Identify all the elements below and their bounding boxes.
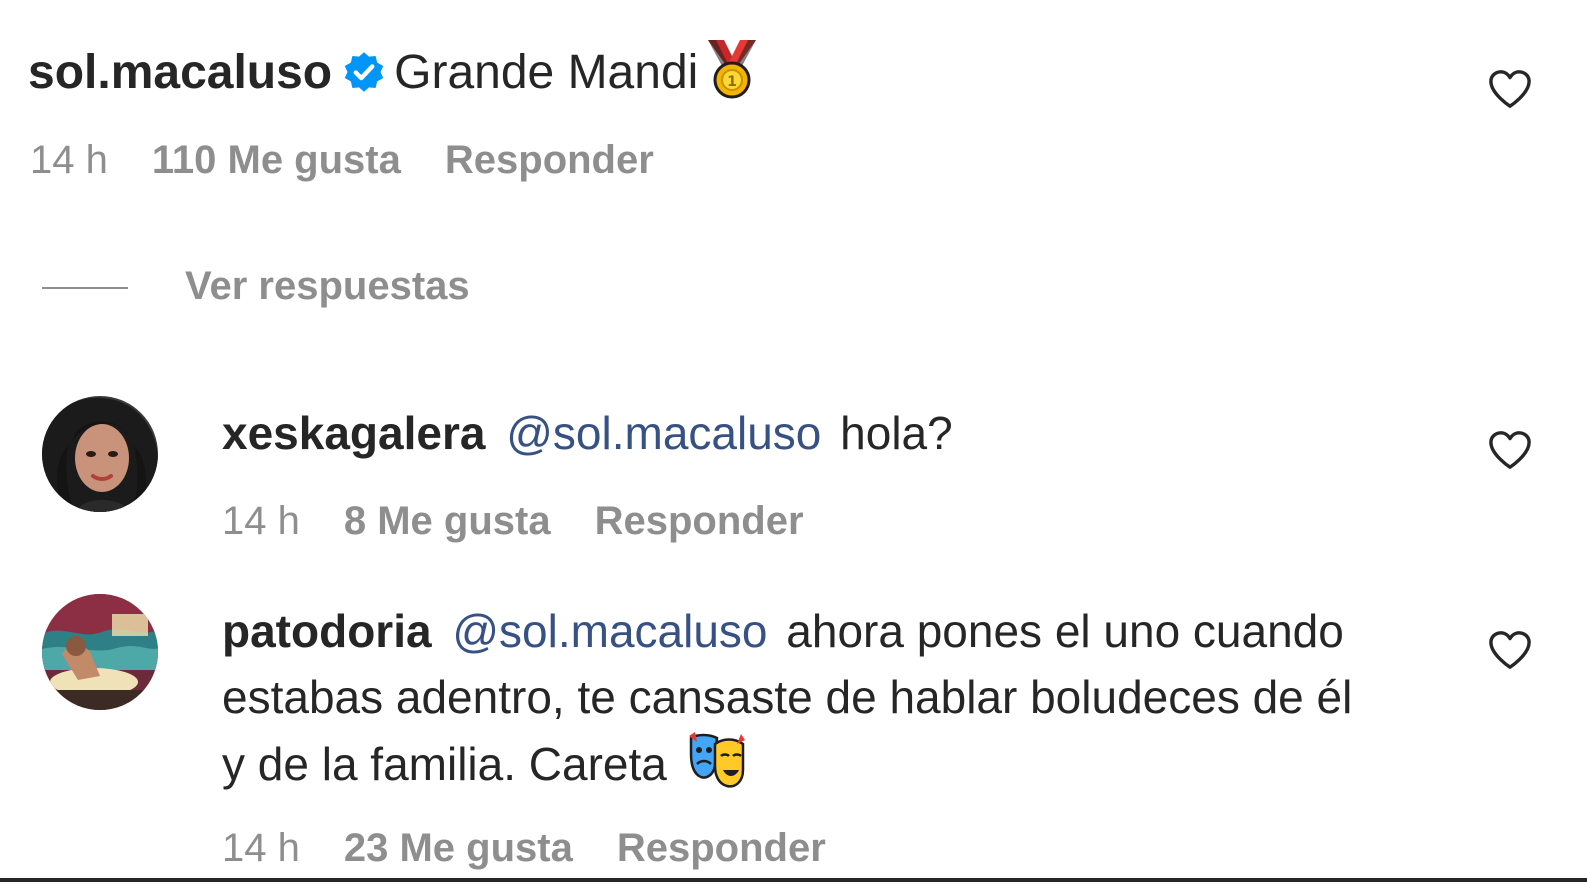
- like-heart-icon[interactable]: [1487, 629, 1533, 671]
- bottom-border: [0, 878, 1587, 882]
- avatar-image: [42, 396, 158, 512]
- comment-time: 14 h: [30, 138, 108, 182]
- like-heart-icon[interactable]: [1487, 429, 1533, 471]
- comment-likes[interactable]: 23 Me gusta: [344, 826, 573, 871]
- svg-text:1: 1: [727, 74, 737, 90]
- comment-time: 14 h: [222, 499, 300, 543]
- comment-username[interactable]: patodoria: [222, 605, 432, 657]
- performing-arts-emoji-icon: [688, 732, 745, 788]
- reply-button[interactable]: Responder: [617, 826, 826, 871]
- comment-text: Grande Mandi: [394, 46, 699, 99]
- comment-body: xeskagalera @sol.macaluso hola?: [222, 400, 953, 466]
- comment-text-line-2: estabas adentro, te cansaste de hablar b…: [222, 671, 1353, 723]
- like-heart-icon[interactable]: [1487, 68, 1533, 110]
- verified-badge-icon: [344, 52, 384, 92]
- comment-username[interactable]: sol.macaluso: [28, 46, 332, 99]
- avatar[interactable]: [42, 594, 158, 710]
- view-replies-button[interactable]: Ver respuestas: [185, 264, 470, 309]
- comment-meta: 14 h 23 Me gusta Responder: [222, 826, 826, 871]
- reply-button[interactable]: Responder: [595, 499, 804, 544]
- comment-text: hola?: [840, 407, 953, 459]
- comment-meta: 14 h 8 Me gusta Responder: [222, 499, 804, 544]
- comment-line-1: patodoria @sol.macaluso ahora pones el u…: [222, 598, 1352, 664]
- sports-medal-emoji-icon: 1: [708, 40, 757, 99]
- comment-username[interactable]: xeskagalera: [222, 407, 485, 459]
- avatar-image: [42, 594, 158, 710]
- reply-button[interactable]: Responder: [445, 138, 654, 183]
- view-replies-row[interactable]: Ver respuestas: [0, 262, 1587, 312]
- comment-text-line-3: y de la familia. Careta: [222, 738, 667, 790]
- comment-likes[interactable]: 8 Me gusta: [344, 499, 551, 544]
- comment-body: patodoria @sol.macaluso ahora pones el u…: [222, 598, 1352, 797]
- comment-body: sol.macaluso Grande Mandi 1: [28, 38, 762, 106]
- comment-mention[interactable]: @sol.macaluso: [506, 407, 821, 459]
- comment-meta: 14 h 110 Me gusta Responder: [30, 138, 654, 183]
- comment-time: 14 h: [222, 826, 300, 870]
- comment-mention[interactable]: @sol.macaluso: [452, 605, 767, 657]
- comment-text-line-1: ahora pones el uno cuando: [786, 605, 1344, 657]
- avatar[interactable]: [42, 396, 158, 512]
- replies-divider-line: [42, 287, 128, 289]
- comment-likes[interactable]: 110 Me gusta: [152, 138, 401, 183]
- comment-line-3: y de la familia. Careta: [222, 730, 1352, 797]
